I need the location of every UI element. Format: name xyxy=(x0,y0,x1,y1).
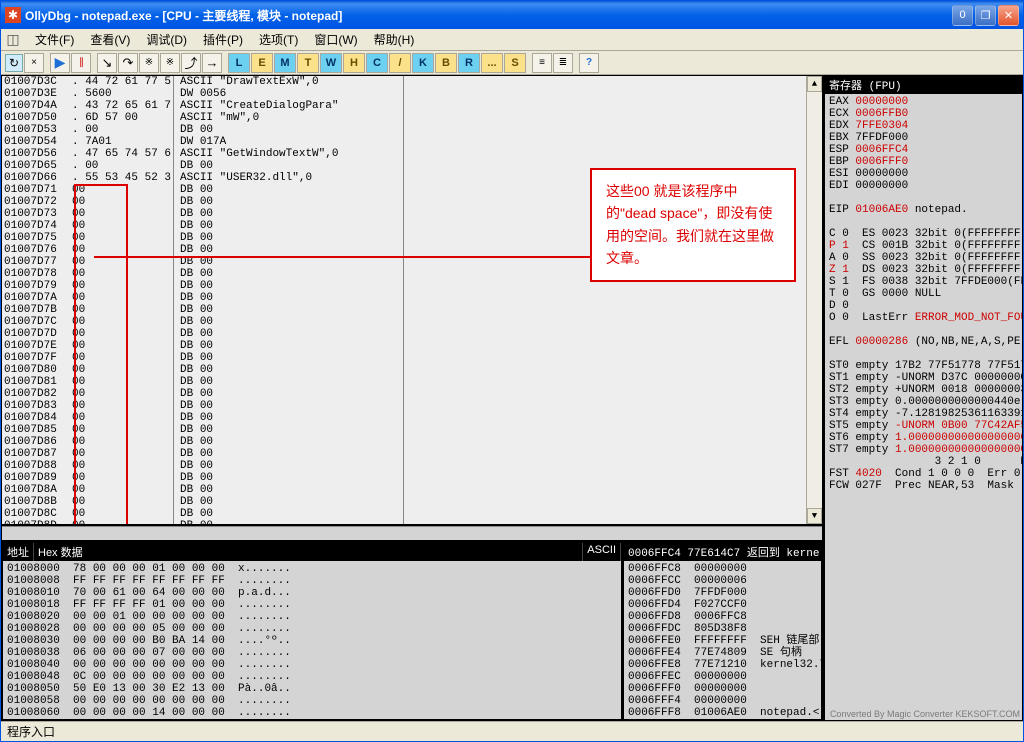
disasm-row[interactable]: 01007D54. 7A01DW 017A xyxy=(2,136,806,148)
step-into-button[interactable]: ↘ xyxy=(97,53,117,73)
close-button[interactable]: ✕ xyxy=(998,5,1019,26)
disasm-row[interactable]: 01007D7B 00DB 00 xyxy=(2,304,806,316)
disasm-row[interactable]: 01007D4A. 43 72 65 61 7ASCII "CreateDial… xyxy=(2,100,806,112)
disasm-row[interactable]: 01007D53. 00DB 00 xyxy=(2,124,806,136)
toolbar-letter-K[interactable]: K xyxy=(412,53,434,73)
toolbar: ↻ × ▶ ∥ ↘ ↷ ※ ※ ⤴ → LEMTWHC/KBR...S ≡ ≣ … xyxy=(1,51,1023,75)
disasm-row[interactable]: 01007D80 00DB 00 xyxy=(2,364,806,376)
disasm-row[interactable]: 01007D88 00DB 00 xyxy=(2,460,806,472)
menu-item[interactable]: 帮助(H) xyxy=(366,29,423,50)
run-button[interactable]: ▶ xyxy=(50,53,70,73)
help-button[interactable]: ? xyxy=(579,53,599,73)
disasm-row[interactable]: 01007D82 00DB 00 xyxy=(2,388,806,400)
cpu-pane: 01007D3C. 44 72 61 77 5ASCII "DrawTextEx… xyxy=(1,75,823,721)
list-button-2[interactable]: ≣ xyxy=(553,53,573,73)
menu-item[interactable]: 插件(P) xyxy=(195,29,251,50)
toolbar-letter-...[interactable]: ... xyxy=(481,53,503,73)
mdi-icon[interactable]: ◫ xyxy=(5,32,21,48)
trace-into-button[interactable]: ※ xyxy=(139,53,159,73)
dump-header: 地址 Hex 数据 ASCII xyxy=(3,543,621,561)
toolbar-letter-E[interactable]: E xyxy=(251,53,273,73)
disasm-scrollbar[interactable]: ▲ ▼ xyxy=(806,76,822,524)
disasm-row[interactable]: 01007D50. 6D 57 00ASCII "mW",0 xyxy=(2,112,806,124)
titlebar[interactable]: ✱ OllyDbg - notepad.exe - [CPU - 主要线程, 模… xyxy=(1,1,1023,29)
dump-pane[interactable]: 地址 Hex 数据 ASCII 01008000 78 00 00 00 01 … xyxy=(2,542,622,720)
toolbar-letter-H[interactable]: H xyxy=(343,53,365,73)
toolbar-letter-B[interactable]: B xyxy=(435,53,457,73)
disasm-row[interactable]: 01007D7A 00DB 00 xyxy=(2,292,806,304)
disasm-row[interactable]: 01007D87 00DB 00 xyxy=(2,448,806,460)
menu-item[interactable]: 调试(D) xyxy=(138,29,195,50)
disasm-row[interactable]: 01007D83 00DB 00 xyxy=(2,400,806,412)
main-area: 01007D3C. 44 72 61 77 5ASCII "DrawTextEx… xyxy=(1,75,1023,721)
toolbar-letter-R[interactable]: R xyxy=(458,53,480,73)
disasm-row[interactable]: 01007D79 00DB 00 xyxy=(2,280,806,292)
stack-body[interactable]: 0006FFC8 00000000 0006FFCC 00000006 0006… xyxy=(624,561,821,720)
toolbar-letter-L[interactable]: L xyxy=(228,53,250,73)
registers-pane[interactable]: 寄存器 (FPU) EAX 00000000 ECX 0006FFB0 EDX … xyxy=(823,75,1023,721)
watermark: Converted By Magic Converter KEKSOFT.COM xyxy=(830,709,1020,720)
disasm-row[interactable]: 01007D56. 47 65 74 57 6ASCII "GetWindowT… xyxy=(2,148,806,160)
annotation-line xyxy=(94,256,590,258)
pause-button[interactable]: ∥ xyxy=(71,53,91,73)
toolbar-letter-C[interactable]: C xyxy=(366,53,388,73)
minimize-button[interactable]: 0 xyxy=(952,5,973,26)
toolbar-letter-/[interactable]: / xyxy=(389,53,411,73)
disasm-row[interactable]: 01007D8C 00DB 00 xyxy=(2,508,806,520)
close-debuggee-button[interactable]: × xyxy=(24,53,44,73)
disasm-row[interactable]: 01007D85 00DB 00 xyxy=(2,424,806,436)
main-window: ✱ OllyDbg - notepad.exe - [CPU - 主要线程, 模… xyxy=(0,0,1024,742)
stack-header: 0006FFC4 77E614C7 返回到 kernel xyxy=(624,543,821,561)
maximize-button[interactable]: ❐ xyxy=(975,5,996,26)
disasm-row[interactable]: 01007D3E. 5600DW 0056 xyxy=(2,88,806,100)
toolbar-letter-T[interactable]: T xyxy=(297,53,319,73)
menu-item[interactable]: 选项(T) xyxy=(251,29,306,50)
status-text: 程序入口 xyxy=(7,723,55,740)
list-button-1[interactable]: ≡ xyxy=(532,53,552,73)
menu-item[interactable]: 查看(V) xyxy=(82,29,138,50)
disasm-row[interactable]: 01007D84 00DB 00 xyxy=(2,412,806,424)
step-over-button[interactable]: ↷ xyxy=(118,53,138,73)
scroll-down-icon[interactable]: ▼ xyxy=(807,508,822,524)
window-title: OllyDbg - notepad.exe - [CPU - 主要线程, 模块 … xyxy=(25,7,952,24)
disasm-row[interactable]: 01007D7F 00DB 00 xyxy=(2,352,806,364)
dump-body[interactable]: 01008000 78 00 00 00 01 00 00 00 x......… xyxy=(3,561,621,719)
toolbar-letter-W[interactable]: W xyxy=(320,53,342,73)
registers-title: 寄存器 (FPU) xyxy=(825,76,1022,94)
disasm-row[interactable]: 01007D8D 00DB 00 xyxy=(2,520,806,524)
disassembly-pane[interactable]: 01007D3C. 44 72 61 77 5ASCII "DrawTextEx… xyxy=(2,76,822,526)
dump-col-ascii: ASCII xyxy=(583,543,621,561)
stack-pane[interactable]: 0006FFC4 77E614C7 返回到 kernel 0006FFC8 00… xyxy=(622,542,822,720)
disasm-row[interactable]: 01007D3C. 44 72 61 77 5ASCII "DrawTextEx… xyxy=(2,76,806,88)
menu-item[interactable]: 窗口(W) xyxy=(306,29,365,50)
disasm-row[interactable]: 01007D8A 00DB 00 xyxy=(2,484,806,496)
statusbar: 程序入口 xyxy=(1,721,1023,741)
app-icon: ✱ xyxy=(5,7,21,23)
restart-button[interactable]: ↻ xyxy=(5,54,23,72)
info-bar xyxy=(2,526,822,540)
disasm-row[interactable]: 01007D7E 00DB 00 xyxy=(2,340,806,352)
goto-button[interactable]: → xyxy=(202,53,222,73)
toolbar-letter-S[interactable]: S xyxy=(504,53,526,73)
disasm-row[interactable]: 01007D89 00DB 00 xyxy=(2,472,806,484)
disasm-row[interactable]: 01007D7D 00DB 00 xyxy=(2,328,806,340)
disasm-row[interactable]: 01007D81 00DB 00 xyxy=(2,376,806,388)
annotation-box: 这些00 就是该程序中的"dead space"，即没有使用的空间。我们就在这里… xyxy=(590,168,796,282)
execute-till-return-button[interactable]: ⤴ xyxy=(181,53,201,73)
disasm-row[interactable]: 01007D7C 00DB 00 xyxy=(2,316,806,328)
registers-body[interactable]: EAX 00000000 ECX 0006FFB0 EDX 7FFE0304 E… xyxy=(825,94,1022,494)
disasm-row[interactable]: 01007D86 00DB 00 xyxy=(2,436,806,448)
menu-item[interactable]: 文件(F) xyxy=(27,29,82,50)
trace-over-button[interactable]: ※ xyxy=(160,53,180,73)
dump-col-addr: 地址 xyxy=(3,543,34,561)
scroll-up-icon[interactable]: ▲ xyxy=(807,76,822,92)
disasm-row[interactable]: 01007D8B 00DB 00 xyxy=(2,496,806,508)
menubar: ◫ 文件(F)查看(V)调试(D)插件(P)选项(T)窗口(W)帮助(H) xyxy=(1,29,1023,51)
dump-col-hex: Hex 数据 xyxy=(34,543,583,561)
toolbar-letter-M[interactable]: M xyxy=(274,53,296,73)
